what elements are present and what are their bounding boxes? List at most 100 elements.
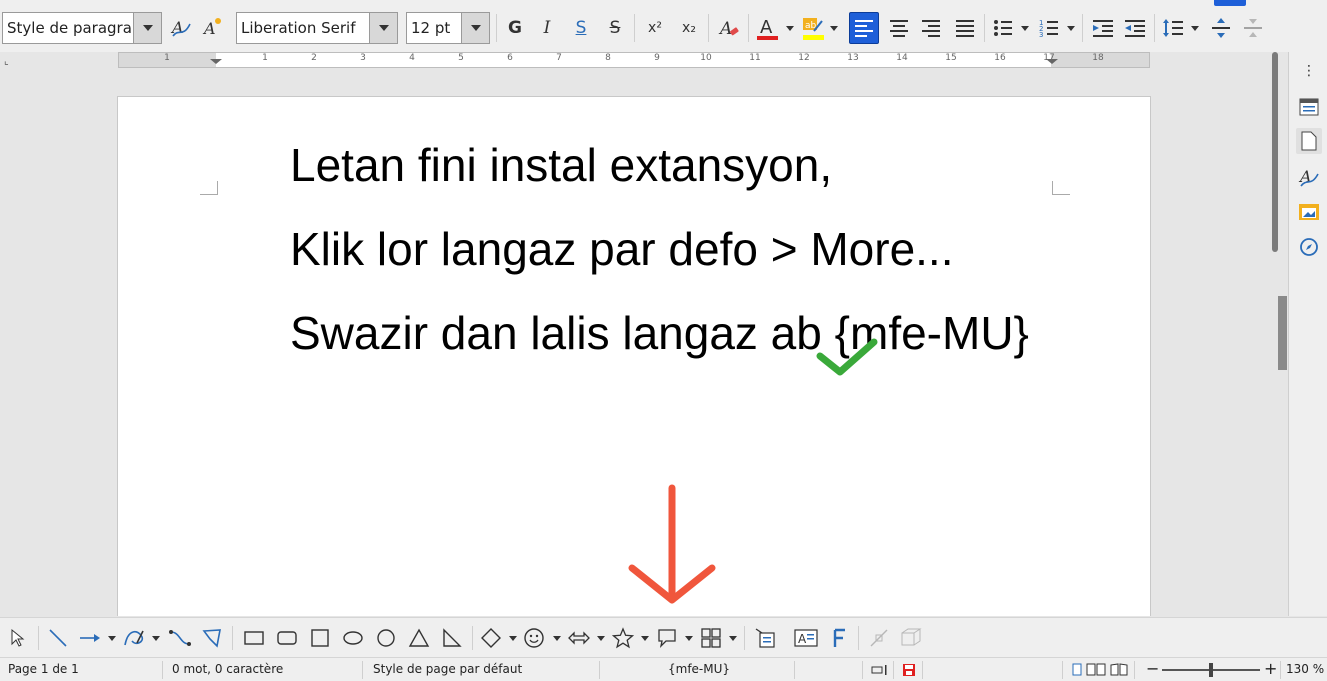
highlight-color-icon[interactable]: ab <box>798 12 828 44</box>
update-style-icon[interactable]: A <box>166 12 196 44</box>
block-arrows-icon[interactable] <box>567 626 591 650</box>
stars-dropdown-icon[interactable] <box>640 626 650 650</box>
strikethrough-button[interactable]: S <box>600 12 630 44</box>
properties-icon[interactable] <box>1296 94 1322 120</box>
document-modified-icon[interactable] <box>902 663 916 680</box>
line-tool-icon[interactable] <box>46 626 70 650</box>
justify-button[interactable] <box>950 12 980 44</box>
styles-icon[interactable]: A <box>1296 164 1322 190</box>
paragraph-style-dropdown-icon[interactable] <box>133 13 161 43</box>
zoom-out-button[interactable]: − <box>1146 659 1159 678</box>
word-count[interactable]: 0 mot, 0 caractère <box>172 662 283 676</box>
toolbar-separator <box>1154 14 1155 42</box>
navigator-icon[interactable] <box>1296 234 1322 260</box>
rectangle-tool-icon[interactable] <box>242 626 266 650</box>
arrow-line-tool-icon[interactable] <box>78 626 102 650</box>
bold-button[interactable]: G <box>500 12 530 44</box>
connector-tool-icon[interactable] <box>168 626 192 650</box>
bullet-list-icon[interactable] <box>988 12 1018 44</box>
text-boundary-corner <box>1052 181 1070 195</box>
fontwork-icon[interactable] <box>828 626 852 650</box>
ruler-tick-label: 18 <box>1092 53 1104 63</box>
paragraph-2[interactable]: Klik lor langaz par defo > More... <box>290 221 954 277</box>
svg-text:A: A <box>202 19 216 38</box>
align-center-button[interactable] <box>884 12 914 44</box>
clear-formatting-icon[interactable]: A <box>714 12 744 44</box>
ruler-tick-label: 5 <box>458 53 464 63</box>
multi-page-view-icon[interactable] <box>1086 663 1106 679</box>
page-count[interactable]: Page 1 de 1 <box>8 662 79 676</box>
basic-shapes-diamond-icon[interactable] <box>479 626 503 650</box>
toolbar-separator <box>744 626 745 650</box>
status-separator <box>893 661 894 679</box>
curve-tool-icon[interactable] <box>122 626 146 650</box>
gallery-icon[interactable] <box>1296 198 1322 224</box>
zoom-slider-knob[interactable] <box>1209 663 1213 677</box>
line-spacing-dropdown-icon[interactable] <box>1190 12 1200 44</box>
single-page-view-icon[interactable] <box>1072 663 1082 679</box>
tab-type-selector[interactable]: ⌞ <box>4 56 9 67</box>
scrollbar-thumb[interactable] <box>1272 52 1278 252</box>
ellipse-tool-icon[interactable] <box>341 626 365 650</box>
symbol-shapes-smiley-icon[interactable] <box>522 626 546 650</box>
font-color-dropdown-icon[interactable] <box>785 12 795 44</box>
sidebar-collapse-handle[interactable] <box>1278 296 1287 370</box>
arrow-line-dropdown-icon[interactable] <box>107 626 117 650</box>
insert-text-frame-icon[interactable]: A <box>794 626 818 650</box>
zoom-in-button[interactable]: + <box>1264 659 1277 678</box>
flowchart-dropdown-icon[interactable] <box>728 626 738 650</box>
paragraph-spacing-increase-icon[interactable] <box>1206 12 1236 44</box>
italic-button[interactable]: I <box>532 12 562 44</box>
underline-button[interactable]: S <box>566 12 596 44</box>
font-name-dropdown-icon[interactable] <box>369 13 397 43</box>
rounded-rectangle-tool-icon[interactable] <box>275 626 299 650</box>
callout-shapes-icon[interactable] <box>655 626 679 650</box>
selection-mode-icon[interactable] <box>871 663 889 680</box>
square-tool-icon[interactable] <box>308 626 332 650</box>
numbered-list-icon[interactable]: 123 <box>1034 12 1064 44</box>
subscript-button[interactable]: x₂ <box>674 12 704 44</box>
polygon-tool-icon[interactable] <box>200 626 224 650</box>
text-language[interactable]: {mfe-MU} <box>668 662 730 676</box>
right-triangle-tool-icon[interactable] <box>440 626 464 650</box>
align-left-button[interactable] <box>849 12 879 44</box>
font-name-select[interactable]: Liberation Serif <box>236 12 398 44</box>
superscript-button[interactable]: x² <box>640 12 670 44</box>
line-spacing-icon[interactable] <box>1158 12 1188 44</box>
horizontal-ruler[interactable]: 1 1 2 3 4 5 6 7 8 9 10 11 12 13 14 15 16 17 18 <box>118 52 1150 68</box>
font-size-dropdown-icon[interactable] <box>461 13 489 43</box>
paragraph-style-select[interactable]: Style de paragraph <box>2 12 162 44</box>
toolbar-separator <box>858 626 859 650</box>
block-arrows-dropdown-icon[interactable] <box>596 626 606 650</box>
symbol-shapes-dropdown-icon[interactable] <box>552 626 562 650</box>
sidebar-menu-icon[interactable]: ⋮ <box>1296 58 1322 84</box>
stars-icon[interactable] <box>611 626 635 650</box>
numbered-list-dropdown-icon[interactable] <box>1066 12 1076 44</box>
left-indent-marker[interactable] <box>216 59 222 67</box>
insert-text-box-icon[interactable] <box>753 626 777 650</box>
font-size-select[interactable]: 12 pt <box>406 12 490 44</box>
paragraph-1[interactable]: Letan fini instal extansyon, <box>290 137 832 193</box>
paragraph-3[interactable]: Swazir dan lalis langaz ab {mfe-MU} <box>290 305 1029 361</box>
font-size-value: 12 pt <box>411 19 451 37</box>
new-style-icon[interactable]: A <box>198 12 228 44</box>
curve-dropdown-icon[interactable] <box>151 626 161 650</box>
book-view-icon[interactable] <box>1110 663 1128 679</box>
increase-indent-icon[interactable] <box>1088 12 1118 44</box>
toolbar-separator <box>708 14 709 42</box>
zoom-level[interactable]: 130 % <box>1286 662 1324 676</box>
select-pointer-icon[interactable] <box>6 626 30 650</box>
circle-tool-icon[interactable] <box>374 626 398 650</box>
flowchart-shapes-icon[interactable] <box>699 626 723 650</box>
basic-shapes-dropdown-icon[interactable] <box>508 626 518 650</box>
align-right-button[interactable] <box>916 12 946 44</box>
decrease-indent-icon[interactable] <box>1120 12 1150 44</box>
page-icon[interactable] <box>1296 128 1322 154</box>
triangle-tool-icon[interactable] <box>407 626 431 650</box>
callout-shapes-dropdown-icon[interactable] <box>684 626 694 650</box>
highlight-dropdown-icon[interactable] <box>829 12 839 44</box>
font-color-icon[interactable]: A <box>752 12 782 44</box>
drawing-toolbar: A <box>0 617 1327 657</box>
bullet-list-dropdown-icon[interactable] <box>1020 12 1030 44</box>
page-style[interactable]: Style de page par défaut <box>373 662 522 676</box>
